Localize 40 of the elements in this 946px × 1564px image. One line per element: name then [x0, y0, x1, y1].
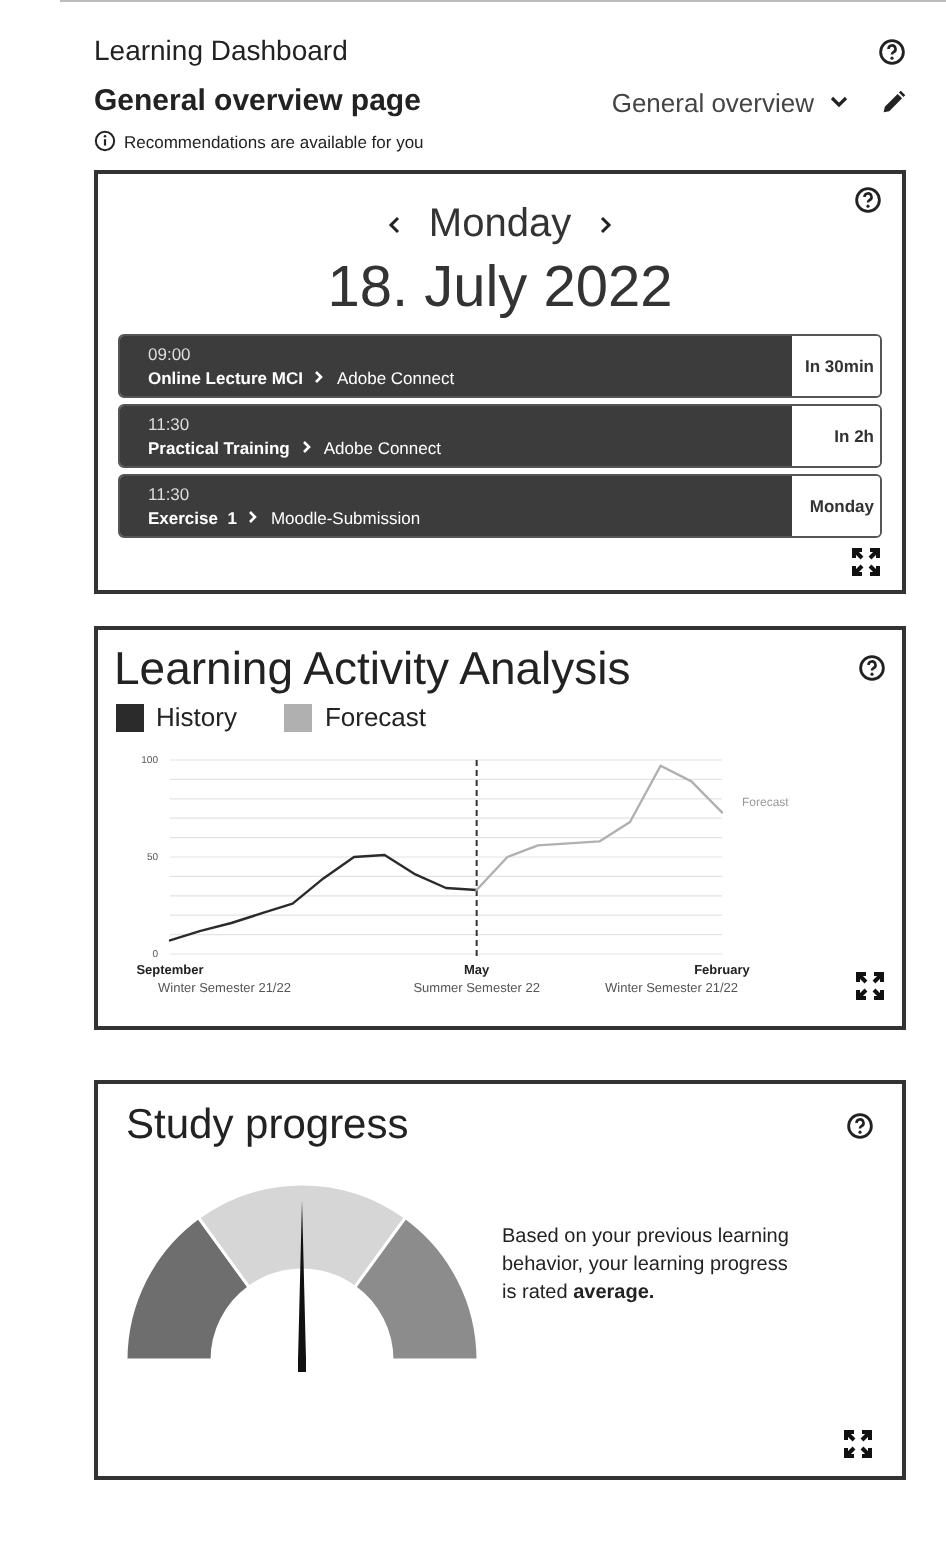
day-label: Monday: [428, 200, 572, 251]
help-icon[interactable]: [854, 186, 882, 215]
card-title: Study progress: [126, 1100, 409, 1153]
date-label: 18. July 2022: [327, 254, 673, 323]
notice-text: Recommendations are available for you: [124, 129, 424, 155]
event-target: Adobe Connect: [323, 435, 441, 460]
event-target: Adobe Connect: [336, 365, 455, 390]
event-time: 09:00: [148, 343, 193, 366]
expand-icon[interactable]: [854, 969, 886, 1002]
card-title: Learning Activity Analysis: [114, 640, 631, 699]
event-target: Moodle-Submission: [270, 505, 421, 530]
view-dropdown[interactable]: General overview: [611, 83, 848, 122]
help-icon[interactable]: [878, 37, 906, 65]
rating-text: Based on your previous learning behavior, your learning progress is rated average.: [502, 1224, 791, 1309]
event-row[interactable]: 11:30 Practical Training Adobe Connect In 2h: [118, 404, 882, 469]
event-title: Online Lecture MCI: [148, 365, 303, 390]
app-title: Learning Dashboard: [94, 32, 348, 70]
event-title: Practical Training: [148, 435, 290, 460]
next-day-button[interactable]: [595, 212, 616, 237]
expand-icon[interactable]: [842, 1428, 874, 1461]
previous-day-button[interactable]: [384, 212, 405, 237]
expand-icon[interactable]: [850, 546, 882, 579]
legend-label: Forecast: [324, 700, 427, 737]
legend-label: History: [156, 700, 237, 737]
event-row[interactable]: 11:30 Exercise 1 Moodle-Submission Monday: [118, 474, 882, 539]
chevron-right-icon: [599, 215, 612, 234]
event-time: 11:30: [148, 413, 192, 436]
info-icon: [94, 130, 116, 153]
event-time: 11:30: [148, 483, 192, 506]
chevron-right-icon: [314, 370, 325, 385]
chevron-down-icon: [830, 96, 848, 109]
chevron-right-icon: [301, 440, 312, 455]
chevron-right-icon: [248, 510, 259, 525]
page-title: General overview page: [94, 82, 421, 122]
event-title: Exercise 1: [148, 505, 237, 530]
event-row[interactable]: 09:00 Online Lecture MCI Adobe Connect In 30min: [118, 334, 882, 399]
pencil-icon[interactable]: [880, 89, 906, 116]
help-icon[interactable]: [858, 654, 886, 683]
chevron-left-icon: [388, 215, 401, 234]
help-icon[interactable]: [846, 1112, 874, 1141]
